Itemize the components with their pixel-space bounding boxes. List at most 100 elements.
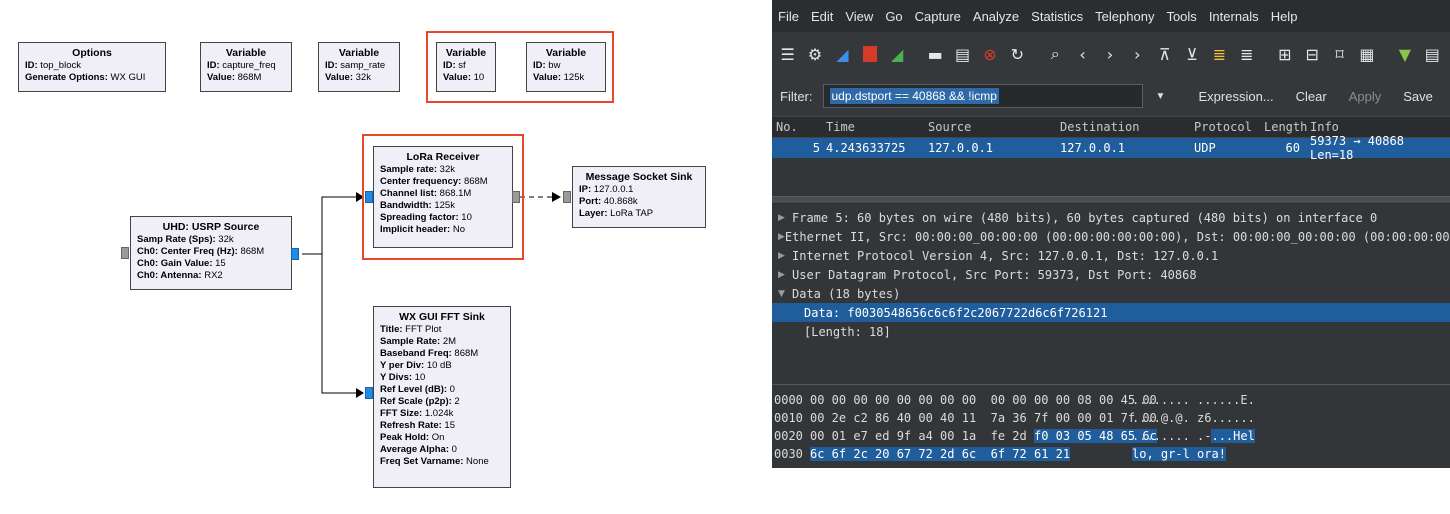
message-socket-sink-input-port[interactable] [563, 191, 571, 203]
go-to-icon[interactable]: › [1128, 43, 1147, 65]
filter-label: Filter: [780, 88, 813, 104]
colorize-icon[interactable]: ≣ [1210, 43, 1229, 65]
column-time[interactable]: Time [826, 120, 928, 134]
hex-row[interactable]: 0020 00 01 e7 ed 9f a4 00 1a fe 2d f0 03… [772, 427, 1450, 445]
menu-analyze[interactable]: Analyze [973, 9, 1019, 24]
menu-internals[interactable]: Internals [1209, 9, 1259, 24]
tree-item-ethernet[interactable]: ▶ Ethernet II, Src: 00:00:00_00:00:00 (00… [772, 227, 1450, 246]
expand-arrow-icon[interactable]: ▶ [778, 232, 785, 242]
block-title: Options [72, 47, 112, 59]
block-title: LoRa Receiver [406, 151, 480, 163]
autoscroll-icon[interactable]: ≣ [1237, 43, 1256, 65]
usrp-source-command-port[interactable] [121, 247, 129, 259]
hex-row[interactable]: 0000 00 00 00 00 00 00 00 00 00 00 00 00… [772, 391, 1450, 409]
save-file-icon[interactable]: ▤ [953, 43, 972, 65]
menu-view[interactable]: View [845, 9, 873, 24]
menu-tools[interactable]: Tools [1166, 9, 1196, 24]
param-value: On [429, 432, 445, 443]
menu-telephony[interactable]: Telephony [1095, 9, 1154, 24]
interfaces-icon[interactable]: ☰ [778, 43, 797, 65]
fft-sink-input-port[interactable] [365, 387, 373, 399]
stop-capture-icon[interactable] [860, 43, 879, 65]
message-socket-sink-block[interactable]: Message Socket Sink IP: 127.0.0.1 Port: … [572, 166, 706, 228]
collapse-arrow-icon[interactable]: ▼ [778, 289, 792, 299]
param-key: Ch0: Center Freq (Hz): [137, 246, 238, 257]
param-value: 0 [447, 384, 455, 395]
tree-item-data[interactable]: ▼ Data (18 bytes) [772, 284, 1450, 303]
find-icon[interactable]: ⌕ [1046, 43, 1065, 65]
expression-button[interactable]: Expression... [1199, 89, 1274, 104]
variable-capture-freq-block[interactable]: Variable ID: capture_freq Value: 868M [200, 42, 292, 92]
wireshark-window: File Edit View Go Capture Analyze Statis… [772, 0, 1450, 468]
param-value: 32k [353, 72, 371, 83]
forward-icon[interactable]: › [1100, 43, 1119, 65]
first-packet-icon[interactable]: ⊼ [1155, 43, 1174, 65]
param-key: Title: [380, 324, 403, 335]
column-source[interactable]: Source [928, 120, 1060, 134]
usrp-source-block[interactable]: UHD: USRP Source Samp Rate (Sps): 32k Ch… [130, 216, 292, 290]
normal-size-icon[interactable]: ⌑ [1330, 43, 1349, 65]
close-file-icon[interactable]: ⊗ [980, 43, 999, 65]
column-protocol[interactable]: Protocol [1194, 120, 1264, 134]
packet-row-selected[interactable]: 5 4.243633725 127.0.0.1 127.0.0.1 UDP 60… [772, 134, 1450, 162]
open-file-icon[interactable]: ▬ [925, 43, 944, 65]
variable-sf-block[interactable]: Variable ID: sf Value: 10 [436, 42, 496, 92]
display-filter-input[interactable]: udp.dstport == 40868 && !icmp [822, 84, 1143, 108]
param-key: Ref Level (dB): [380, 384, 448, 395]
tree-item-data-value[interactable]: Data: f0030548656c6c6f2c2067722d6c6f7261… [772, 303, 1450, 322]
zoom-out-icon[interactable]: ⊟ [1302, 43, 1321, 65]
menu-statistics[interactable]: Statistics [1031, 9, 1083, 24]
start-capture-icon[interactable]: ◢ [833, 43, 852, 65]
hex-ascii: ....@.@. z6...... [1132, 411, 1255, 425]
capture-filters-icon[interactable]: ▼ [1395, 43, 1414, 65]
tree-item-frame[interactable]: ▶ Frame 5: 60 bytes on wire (480 bits), 6… [772, 208, 1450, 227]
pane-splitter[interactable] [772, 196, 1450, 204]
options-block[interactable]: Options ID: top_block Generate Options: … [18, 42, 166, 92]
hex-offset: 0000 [774, 393, 803, 407]
hex-row[interactable]: 0010 00 2e c2 86 40 00 40 11 7a 36 7f 00… [772, 409, 1450, 427]
param-value: 15 [212, 258, 226, 269]
tree-item-udp[interactable]: ▶ User Datagram Protocol, Src Port: 59373… [772, 265, 1450, 284]
expand-arrow-icon[interactable]: ▶ [778, 251, 792, 261]
tree-item-data-length[interactable]: [Length: 18] [772, 322, 1450, 341]
menu-edit[interactable]: Edit [811, 9, 833, 24]
last-packet-icon[interactable]: ⊻ [1182, 43, 1201, 65]
column-length[interactable]: Length [1264, 120, 1310, 134]
apply-button[interactable]: Apply [1349, 89, 1382, 104]
fft-sink-block[interactable]: WX GUI FFT Sink Title: FFT Plot Sample R… [373, 306, 511, 488]
save-button[interactable]: Save [1403, 89, 1433, 104]
clear-button[interactable]: Clear [1296, 89, 1327, 104]
hex-row[interactable]: 0030 6c 6f 2c 20 67 72 2d 6c 6f 72 61 21… [772, 445, 1450, 463]
param-value: 32k [437, 164, 455, 175]
back-icon[interactable]: ‹ [1073, 43, 1092, 65]
reload-icon[interactable]: ↻ [1008, 43, 1027, 65]
variable-bw-block[interactable]: Variable ID: bw Value: 125k [526, 42, 606, 92]
filter-history-dropdown-icon[interactable]: ▼ [1145, 91, 1177, 102]
param-value: No [450, 224, 466, 235]
expand-arrow-icon[interactable]: ▶ [778, 270, 792, 280]
options-icon[interactable]: ⚙ [805, 43, 824, 65]
param-key: ID: [443, 60, 456, 71]
tree-item-ip[interactable]: ▶ Internet Protocol Version 4, Src: 127.0… [772, 246, 1450, 265]
param-value: 32k [215, 234, 234, 245]
expand-arrow-icon[interactable]: ▶ [778, 213, 792, 223]
menu-help[interactable]: Help [1271, 9, 1298, 24]
resize-columns-icon[interactable]: ▦ [1357, 43, 1376, 65]
flowgraph-canvas[interactable]: Options ID: top_block Generate Options: … [0, 0, 760, 514]
restart-capture-icon[interactable]: ◢ [888, 43, 907, 65]
display-filters-icon[interactable]: ▤ [1423, 43, 1442, 65]
usrp-source-output-port[interactable] [291, 248, 299, 260]
hex-ascii: ........ .- [1132, 429, 1212, 443]
column-destination[interactable]: Destination [1060, 120, 1194, 134]
variable-samp-rate-block[interactable]: Variable ID: samp_rate Value: 32k [318, 42, 400, 92]
lora-receiver-block[interactable]: LoRa Receiver Sample rate: 32k Center fr… [373, 146, 513, 248]
menu-capture[interactable]: Capture [915, 9, 961, 24]
lora-receiver-input-port[interactable] [365, 191, 373, 203]
zoom-in-icon[interactable]: ⊞ [1275, 43, 1294, 65]
column-no[interactable]: No. [772, 120, 826, 134]
menu-file[interactable]: File [778, 9, 799, 24]
lora-receiver-message-out-port[interactable] [512, 191, 520, 203]
column-info[interactable]: Info [1310, 120, 1450, 134]
param-value: sf [455, 60, 466, 71]
menu-go[interactable]: Go [885, 9, 902, 24]
